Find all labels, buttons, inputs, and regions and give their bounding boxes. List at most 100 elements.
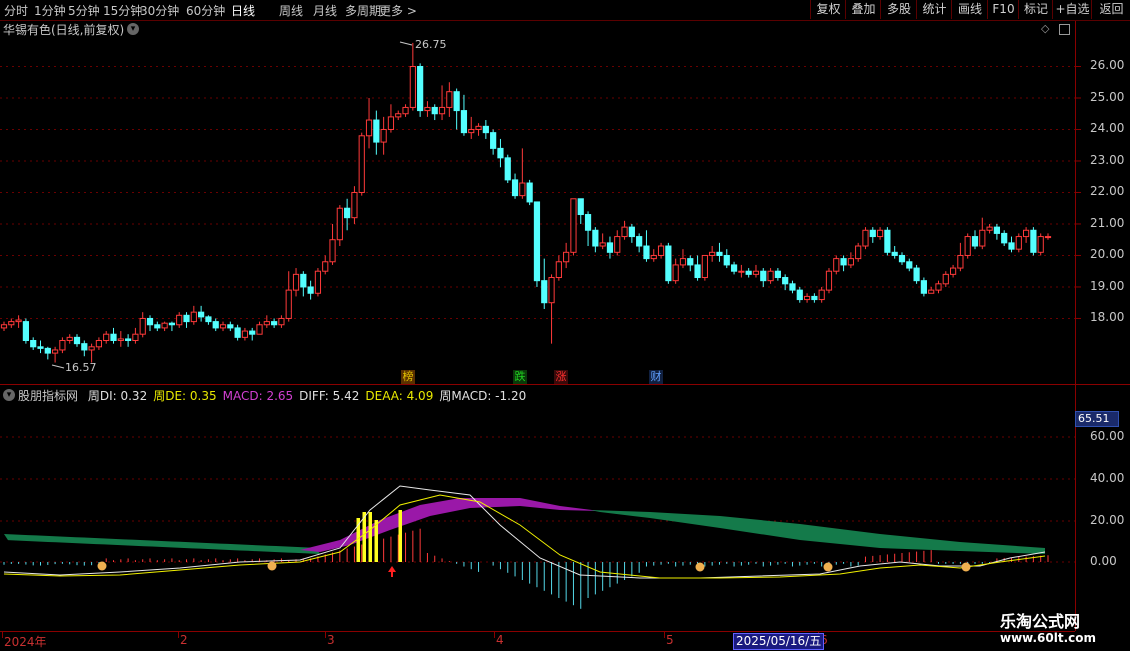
indicator-value-badge: 65.51 (1075, 411, 1119, 427)
candle-body (855, 245, 862, 260)
macd-band (300, 498, 600, 552)
candle-body (709, 251, 716, 256)
price-tick: 22.00 (1090, 184, 1125, 199)
candle-body (212, 321, 219, 329)
chevron-down-icon[interactable]: ▾ (3, 389, 15, 401)
candle-body (424, 106, 431, 112)
watermark-url: www.60lt.com (1000, 631, 1097, 645)
indicator-values: 周DI: 0.32 周DE: 0.35 MACD: 2.65 DIFF: 5.42 DE… (88, 389, 532, 403)
candle-body (285, 289, 292, 319)
candle-body (701, 254, 708, 279)
date-tick-mark (325, 632, 326, 638)
candle-body (373, 119, 380, 143)
candle-body (1015, 236, 1022, 250)
candle-body (168, 322, 176, 326)
candle-body (263, 321, 270, 326)
candle-body (796, 289, 803, 301)
site-watermark: 乐淘公式网 www.60lt.com (994, 606, 1130, 650)
current-date-label: 2025/05/16/五 (733, 633, 825, 650)
candle-body (928, 289, 935, 294)
candle-body (300, 273, 307, 288)
price-tick: 26.00 (1090, 58, 1125, 73)
candle-body (117, 338, 124, 342)
candle-body (803, 295, 811, 301)
indicator-value: DEAA: 4.09 (365, 389, 434, 403)
price-tick: 19.00 (1090, 278, 1125, 293)
date-tick-mark (494, 632, 495, 638)
candle-body (752, 270, 760, 275)
candle-body (884, 229, 891, 253)
candle-body (716, 251, 723, 256)
candle-body (986, 226, 993, 231)
price-tick: 24.00 (1090, 121, 1125, 136)
price-tick: 21.00 (1090, 215, 1125, 230)
date-tick: 2 (180, 633, 188, 647)
candle-body (679, 258, 687, 266)
candle-body (730, 264, 738, 272)
candle-body (774, 270, 781, 279)
candle-body (183, 314, 190, 323)
candle-body (723, 254, 730, 266)
date-tick: 4 (496, 633, 504, 647)
signal-bar (398, 510, 402, 562)
candle-body (0, 324, 8, 329)
candle-body (898, 254, 906, 263)
event-marker[interactable]: 涨 (554, 370, 568, 384)
indicator-value: 周DI: 0.32 (87, 389, 148, 403)
candle-body (52, 349, 59, 354)
candle-body (840, 258, 847, 266)
candle-body (344, 207, 351, 219)
candle-body (329, 239, 336, 263)
chart-canvas[interactable] (0, 0, 1130, 650)
candle-body (256, 324, 263, 335)
candle-body (322, 261, 329, 272)
dea-band-right (590, 510, 1045, 554)
candle-body (906, 261, 913, 269)
indicator-name[interactable]: 股朋指标网 (18, 389, 78, 403)
date-tick: 2024年 (4, 635, 47, 649)
indicator-legend: 股朋指标网 周DI: 0.32 周DE: 0.35 MACD: 2.65 DIFF: … (18, 387, 538, 404)
candle-body (176, 314, 183, 326)
candle-body (504, 157, 511, 181)
candle-body (30, 340, 37, 348)
candle-body (949, 267, 957, 275)
candle-body (519, 182, 526, 197)
indicator-value: MACD: 2.65 (222, 389, 294, 403)
candle-body (314, 270, 322, 294)
indicator-tick: 0.00 (1090, 554, 1117, 568)
candle-body (66, 336, 73, 342)
candle-body (614, 236, 621, 253)
candle-body (380, 128, 387, 143)
candle-body (1008, 242, 1015, 250)
candle-body (1022, 229, 1030, 238)
price-tick: 20.00 (1090, 247, 1125, 262)
candle-body (431, 106, 438, 115)
candle-body (628, 226, 635, 238)
date-tick: 5 (666, 633, 674, 647)
candle-body (862, 229, 869, 247)
price-tick: 18.00 (1090, 310, 1125, 325)
candle-body (190, 311, 197, 323)
candle-body (570, 198, 577, 253)
candle-body (745, 270, 752, 275)
candle-body (964, 236, 971, 256)
candle-body (475, 125, 482, 130)
candle-body (1037, 236, 1044, 253)
hand-pointer-icon (961, 562, 971, 572)
candle-body (103, 333, 110, 342)
date-axis: 2024年23456 (0, 631, 1075, 651)
event-marker[interactable]: 榜 (401, 370, 415, 384)
event-marker[interactable]: 跌 (513, 370, 527, 384)
candle-body (387, 116, 395, 130)
candle-body (548, 277, 555, 304)
hand-pointer-icon (695, 562, 705, 572)
event-marker[interactable]: 财 (649, 370, 663, 384)
candle-body (606, 242, 614, 253)
buy-arrow-icon (388, 566, 396, 577)
candle-body (1044, 236, 1052, 239)
indicator-value: 周DE: 0.35 (153, 389, 217, 403)
candle-body (8, 321, 15, 326)
hand-pointer-icon (823, 562, 833, 572)
candle-body (490, 132, 497, 149)
price-tick: 23.00 (1090, 152, 1125, 167)
